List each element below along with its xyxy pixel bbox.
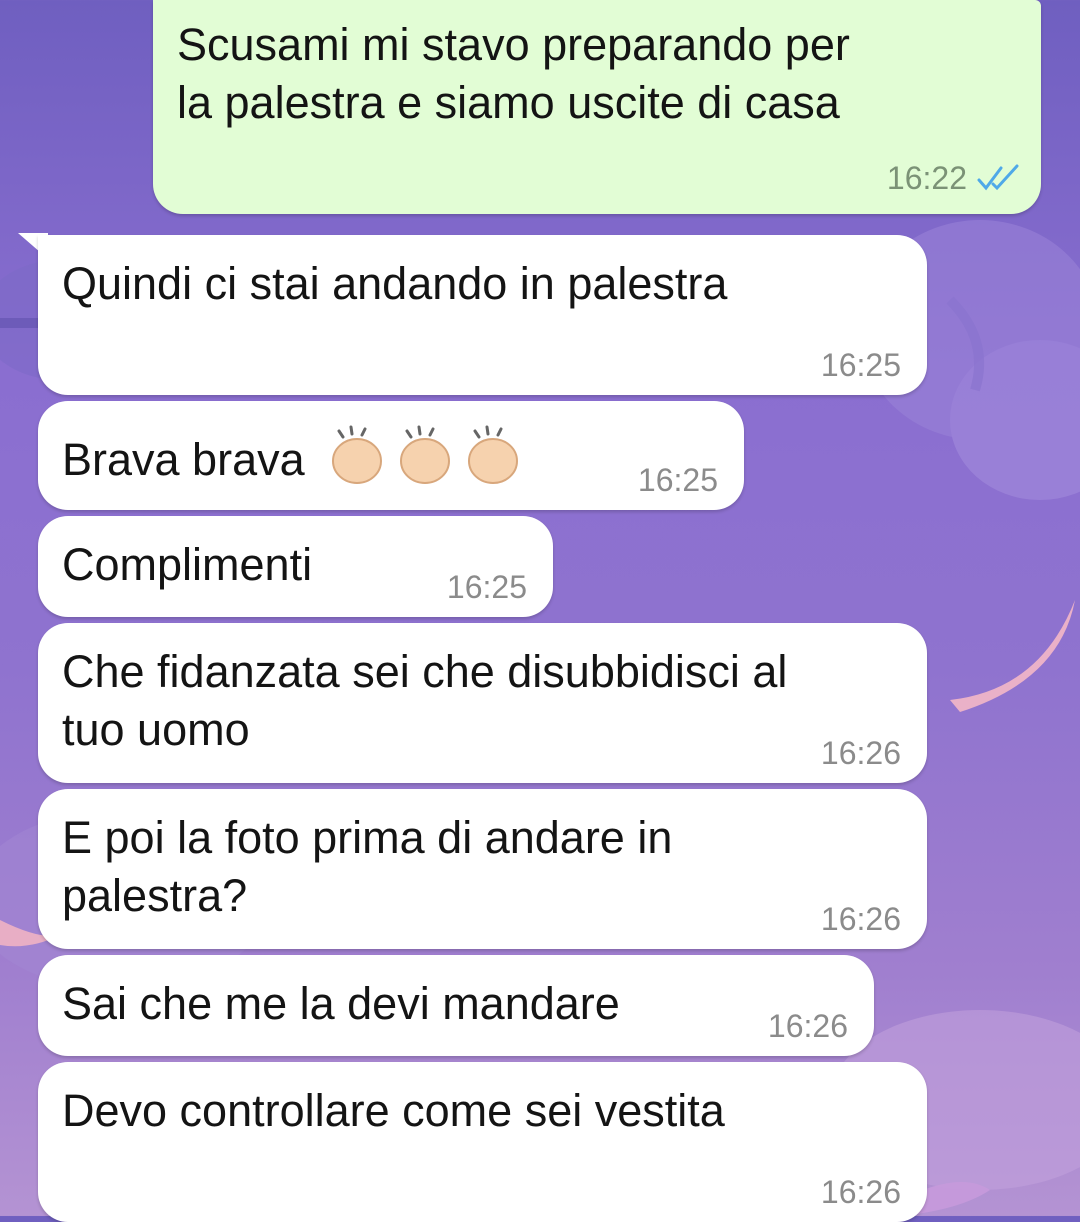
message-bubble-incoming[interactable]: Sai che me la devi mandare 16:26: [38, 955, 874, 1056]
message-bubble-incoming[interactable]: Brava brava 16:25: [38, 401, 744, 510]
message-bubble-incoming[interactable]: Quindi ci stai andando in palestra 16:25: [38, 235, 927, 395]
message-bubble-incoming[interactable]: Che fidanzata sei che disubbidisci al tu…: [38, 623, 927, 783]
message-time: 16:22: [886, 160, 967, 196]
message-text: E poi la foto prima di andare in palestr…: [62, 812, 673, 921]
clapping-hands-emoji: [325, 421, 525, 505]
message-text: Brava brava: [62, 433, 305, 485]
message-bubble-outgoing[interactable]: Scusami mi stavo preparando per la pales…: [153, 0, 1041, 214]
message-text: Scusami mi stavo preparando per la pales…: [177, 19, 850, 128]
message-time: 16:26: [767, 1008, 848, 1044]
clapping-hands-icon: [332, 425, 519, 484]
message-text: Quindi ci stai andando in palestra: [62, 258, 728, 309]
message-time: 16:26: [820, 735, 901, 771]
message-time: 16:25: [820, 347, 901, 383]
message-bubble-incoming[interactable]: Devo controllare come sei vestita 16:26: [38, 1062, 927, 1222]
message-text: Che fidanzata sei che disubbidisci al tu…: [62, 646, 788, 755]
read-receipt-icon: [977, 164, 1019, 191]
message-time: 16:25: [637, 462, 718, 498]
message-text: Sai che me la devi mandare: [62, 978, 620, 1029]
message-time: 16:26: [820, 901, 901, 937]
message-time: 16:26: [820, 1174, 901, 1210]
message-time: 16:25: [446, 569, 527, 605]
message-bubble-incoming[interactable]: E poi la foto prima di andare in palestr…: [38, 789, 927, 949]
message-bubble-incoming[interactable]: Complimenti 16:25: [38, 516, 553, 617]
message-text: Devo controllare come sei vestita: [62, 1085, 725, 1136]
